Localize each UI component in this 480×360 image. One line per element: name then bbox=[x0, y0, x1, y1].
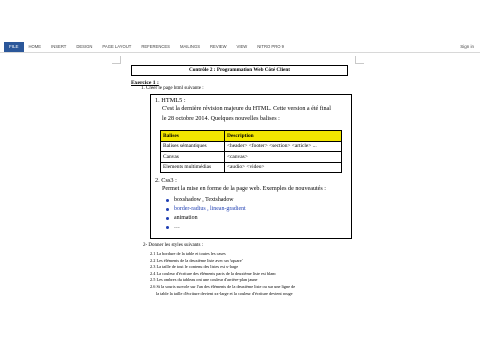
html5-heading: 1. HTML5 : bbox=[155, 97, 186, 104]
list-item: animation bbox=[166, 214, 246, 223]
sign-in-link[interactable]: Sign in bbox=[460, 42, 474, 52]
list-item: la table la taille d'écriture devient xx… bbox=[156, 290, 293, 296]
list-item-text: animation bbox=[174, 215, 198, 221]
html5-description-line-1: C'est la dernière révision majeure du HT… bbox=[162, 106, 331, 112]
list-item: … bbox=[166, 223, 246, 232]
table-header-row: Balises Description bbox=[160, 130, 342, 142]
list-item: 2.4 La couleur d'écriture des éléments p… bbox=[150, 270, 277, 276]
table-cell: <header> <footer> <section> <article> ..… bbox=[224, 140, 342, 152]
list-item: 2.1 La bordure de la table et toutes les… bbox=[150, 251, 226, 256]
list-item-text: border-radius , linean-gradient bbox=[174, 206, 246, 212]
tab-file[interactable]: FILE bbox=[4, 42, 24, 52]
table-cell: Balises sémantiques bbox=[160, 140, 225, 152]
question-1: 1. Créer le page html suivante : bbox=[141, 86, 204, 91]
table-header-cell: Description bbox=[224, 130, 342, 142]
tab-view[interactable]: VIEW bbox=[232, 42, 253, 52]
list-item: 2.2 Les éléments de la deuxième liste av… bbox=[150, 257, 243, 263]
table-cell: Elements multimédias bbox=[160, 161, 225, 173]
tab-insert[interactable]: INSERT bbox=[46, 42, 71, 52]
css3-description: Permet la mise en forme de la page web. … bbox=[162, 186, 326, 192]
window-top-area bbox=[0, 0, 480, 42]
list-item-text: … bbox=[174, 224, 180, 230]
bullet-icon bbox=[166, 208, 169, 211]
list-item: 2.5 Les ombres du tableau ont une couleu… bbox=[150, 277, 258, 283]
ribbon-tab-bar: FILE HOME INSERT DESIGN PAGE LAYOUT REFE… bbox=[0, 42, 480, 53]
tab-page-layout[interactable]: PAGE LAYOUT bbox=[97, 42, 136, 52]
table-cell: <audio> <video> bbox=[224, 161, 342, 173]
list-item-text: boxshadow , Textshadow bbox=[174, 197, 234, 203]
tags-table: Balises Description Balises sémantiques … bbox=[160, 130, 342, 173]
tab-review[interactable]: REVIEW bbox=[205, 42, 232, 52]
css3-heading: 2. Css3 : bbox=[155, 177, 177, 184]
table-cell: <canvas> bbox=[224, 151, 342, 163]
tab-home[interactable]: HOME bbox=[24, 42, 47, 52]
margin-guide-right-h bbox=[355, 63, 364, 64]
document-title: Contrôle 2 : Programmation Web Côté Clie… bbox=[131, 65, 348, 76]
tab-mailings[interactable]: MAILINGS bbox=[175, 42, 205, 52]
table-row: Elements multimédias <audio> <video> bbox=[160, 161, 342, 173]
table-cell: Canvas bbox=[160, 151, 225, 163]
list-item: border-radius , linean-gradient bbox=[166, 205, 246, 214]
tab-design[interactable]: DESIGN bbox=[71, 42, 97, 52]
list-item: boxshadow , Textshadow bbox=[166, 196, 246, 205]
table-row: Canvas <canvas> bbox=[160, 151, 342, 163]
tab-nitro-pro[interactable]: NITRO PRO 9 bbox=[252, 42, 289, 52]
table-header-cell: Balises bbox=[160, 130, 225, 142]
html5-description-line-2: le 28 octobre 2014. Quelques nouvelles b… bbox=[162, 116, 280, 122]
bullet-icon bbox=[166, 226, 169, 229]
list-item: 2.6 Si la souris survole sur l'un des él… bbox=[150, 283, 296, 289]
style-steps-list: 2.1 La bordure de la table et toutes les… bbox=[150, 251, 295, 297]
bullet-icon bbox=[166, 199, 169, 202]
css3-feature-list: boxshadow , Textshadow border-radius , l… bbox=[166, 196, 246, 232]
margin-guide-left-h bbox=[112, 63, 121, 64]
bullet-icon bbox=[166, 217, 169, 220]
tab-references[interactable]: REFERENCES bbox=[136, 42, 175, 52]
table-row: Balises sémantiques <header> <footer> <s… bbox=[160, 140, 342, 152]
question-2: 2- Donner les styles suivants : bbox=[143, 243, 204, 248]
list-item: 2.3 La taille de tout le contenu des lis… bbox=[150, 264, 239, 270]
